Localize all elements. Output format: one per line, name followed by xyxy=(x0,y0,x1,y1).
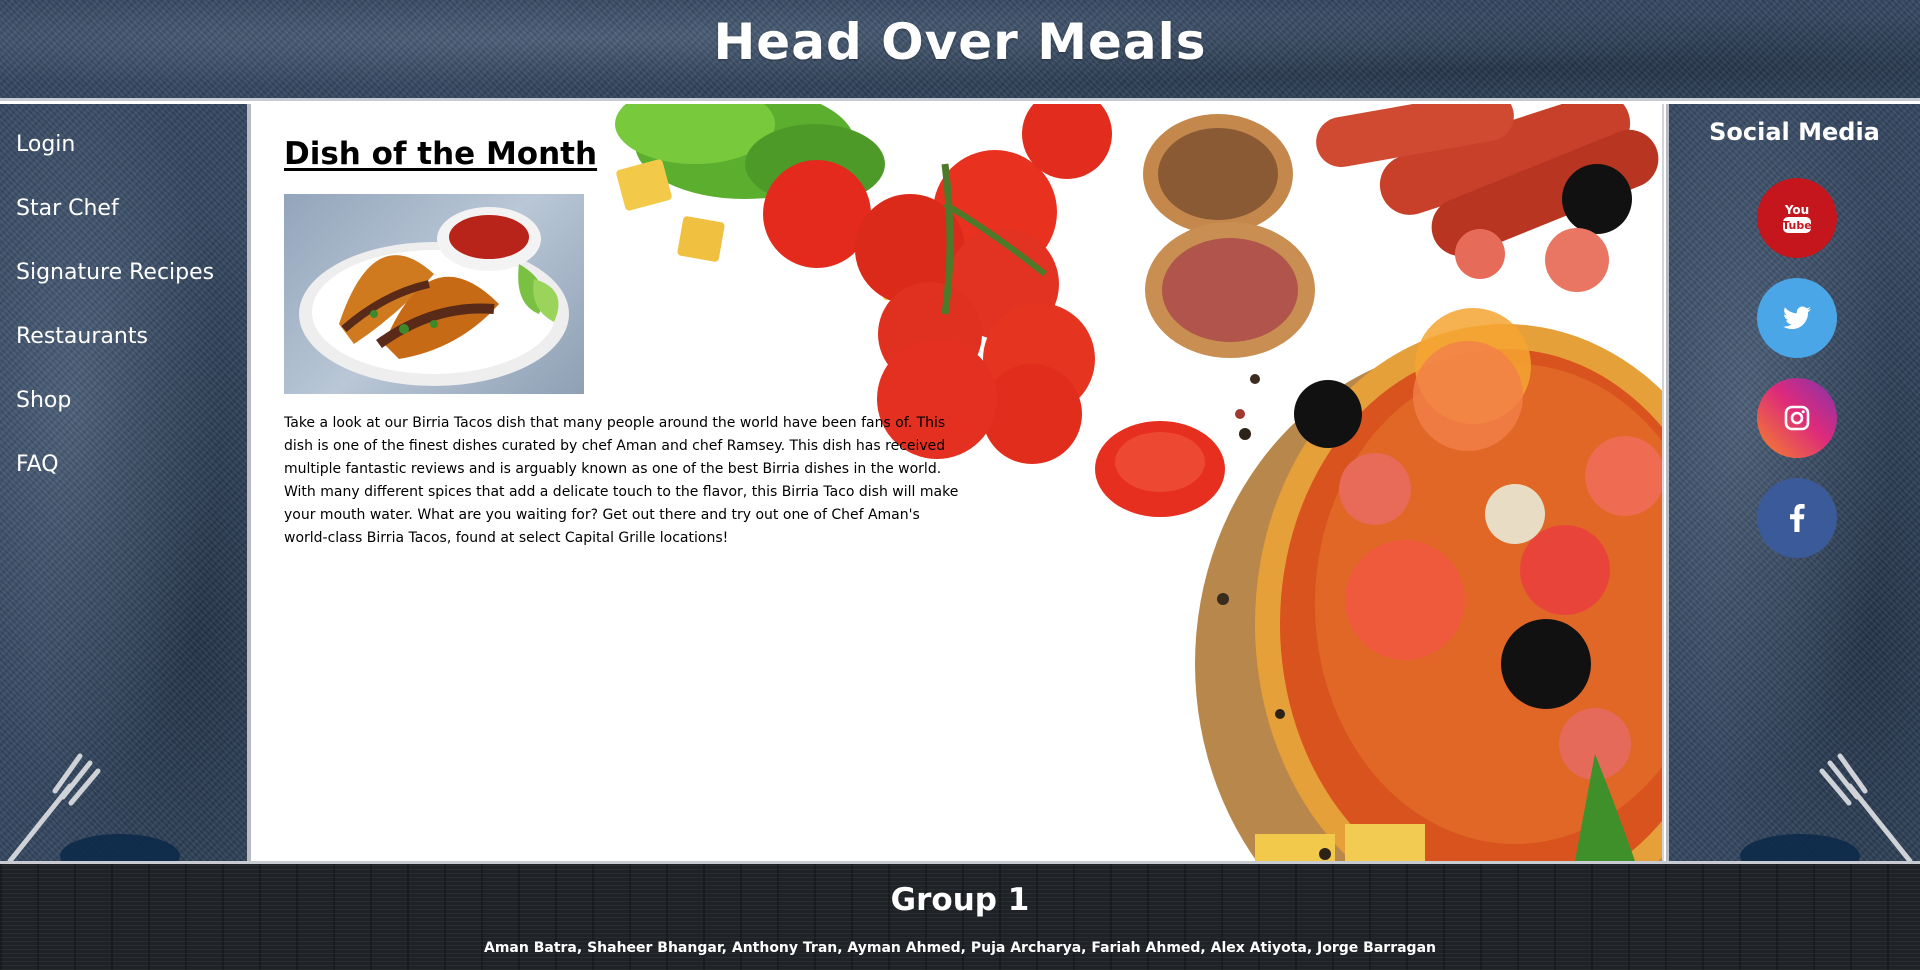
twitter-icon xyxy=(1783,306,1811,330)
left-sidebar-nav: Login Star Chef Signature Recipes Restau… xyxy=(0,104,251,861)
birria-tacos-image xyxy=(284,194,584,394)
nav-item-shop[interactable]: Shop xyxy=(0,360,247,424)
youtube-button[interactable]: You Tube xyxy=(1757,178,1837,258)
nav-item-signature-recipes[interactable]: Signature Recipes xyxy=(0,232,247,296)
instagram-icon xyxy=(1784,405,1810,431)
site-title: Head Over Meals xyxy=(713,13,1207,71)
dish-of-month-heading: Dish of the Month xyxy=(284,136,598,172)
footer-title: Group 1 xyxy=(890,882,1030,918)
social-media-heading: Social Media xyxy=(1709,118,1880,146)
fork-decoration xyxy=(7,753,180,861)
svg-text:You: You xyxy=(1784,203,1809,217)
instagram-button[interactable] xyxy=(1757,378,1837,458)
nav-item-star-chef[interactable]: Star Chef xyxy=(0,168,247,232)
svg-text:Tube: Tube xyxy=(1782,219,1811,232)
youtube-icon: You Tube xyxy=(1782,203,1812,233)
nav-item-restaurants[interactable]: Restaurants xyxy=(0,296,247,360)
dish-of-month-section: Dish of the Month Take a look at our Bir… xyxy=(284,136,984,564)
nav-list: Login Star Chef Signature Recipes Restau… xyxy=(0,104,247,488)
main-content: Dish of the Month Take a look at our Bir… xyxy=(255,104,1664,861)
site-header: Head Over Meals xyxy=(0,0,1920,101)
dish-description: Take a look at our Birria Tacos dish tha… xyxy=(284,415,959,546)
right-sidebar-social: Social Media You Tube xyxy=(1666,104,1920,861)
site-footer: Group 1 Aman Batra, Shaheer Bhangar, Ant… xyxy=(0,861,1920,970)
facebook-icon xyxy=(1790,504,1805,532)
nav-item-login[interactable]: Login xyxy=(0,104,247,168)
facebook-button[interactable] xyxy=(1757,478,1837,558)
twitter-button[interactable] xyxy=(1757,278,1837,358)
birria-tacos-illustration xyxy=(299,207,569,386)
footer-team-names: Aman Batra, Shaheer Bhangar, Anthony Tra… xyxy=(484,940,1436,956)
fork-decoration-right xyxy=(1740,753,1913,861)
nav-item-faq[interactable]: FAQ xyxy=(0,424,247,488)
social-links: You Tube xyxy=(1757,178,1837,578)
